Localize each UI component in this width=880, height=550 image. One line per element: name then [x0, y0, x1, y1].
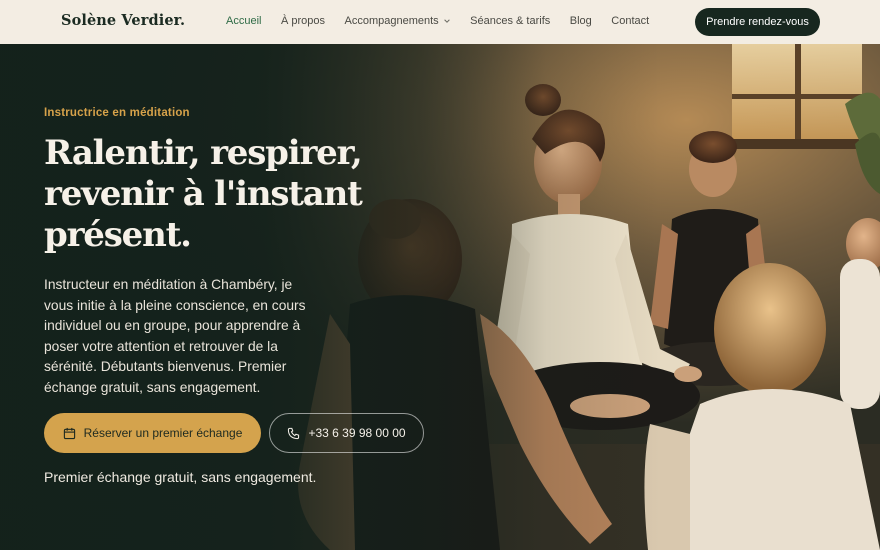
main-nav: Accueil À propos Accompagnements Séances…: [226, 15, 669, 27]
book-first-call-button[interactable]: Réserver un premier échange: [44, 413, 261, 453]
nav-link-accueil[interactable]: Accueil: [226, 15, 261, 27]
book-appointment-button[interactable]: Prendre rendez-vous: [695, 8, 820, 36]
nav-link-contact[interactable]: Contact: [611, 15, 649, 27]
site-logo[interactable]: Solène Verdier.: [61, 12, 185, 29]
chevron-down-icon: [443, 19, 450, 24]
calendar-icon: [63, 427, 75, 439]
nav-link-seances-tarifs[interactable]: Séances & tarifs: [470, 15, 550, 27]
nav-link-blog[interactable]: Blog: [570, 15, 592, 27]
nav-link-accompagnements[interactable]: Accompagnements: [345, 15, 451, 27]
site-header: Solène Verdier. Accueil À propos Accompa…: [0, 0, 880, 44]
book-first-call-label: Réserver un premier échange: [83, 426, 243, 440]
nav-link-accompagnements-label: Accompagnements: [344, 15, 439, 27]
nav-link-a-propos[interactable]: À propos: [281, 15, 325, 27]
phone-number-label: +33 6 39 98 00 00: [308, 426, 406, 440]
phone-icon: [288, 427, 300, 439]
hero-title: Ralentir, respirer, revenir à l'instant …: [44, 133, 363, 255]
hero-lead: Instructeur en méditation à Chambéry, je…: [44, 277, 306, 395]
phone-button[interactable]: +33 6 39 98 00 00: [269, 413, 424, 453]
hero-note: Premier échange gratuit, sans engagement…: [44, 469, 317, 485]
hero-eyebrow: Instructrice en méditation: [44, 107, 190, 119]
